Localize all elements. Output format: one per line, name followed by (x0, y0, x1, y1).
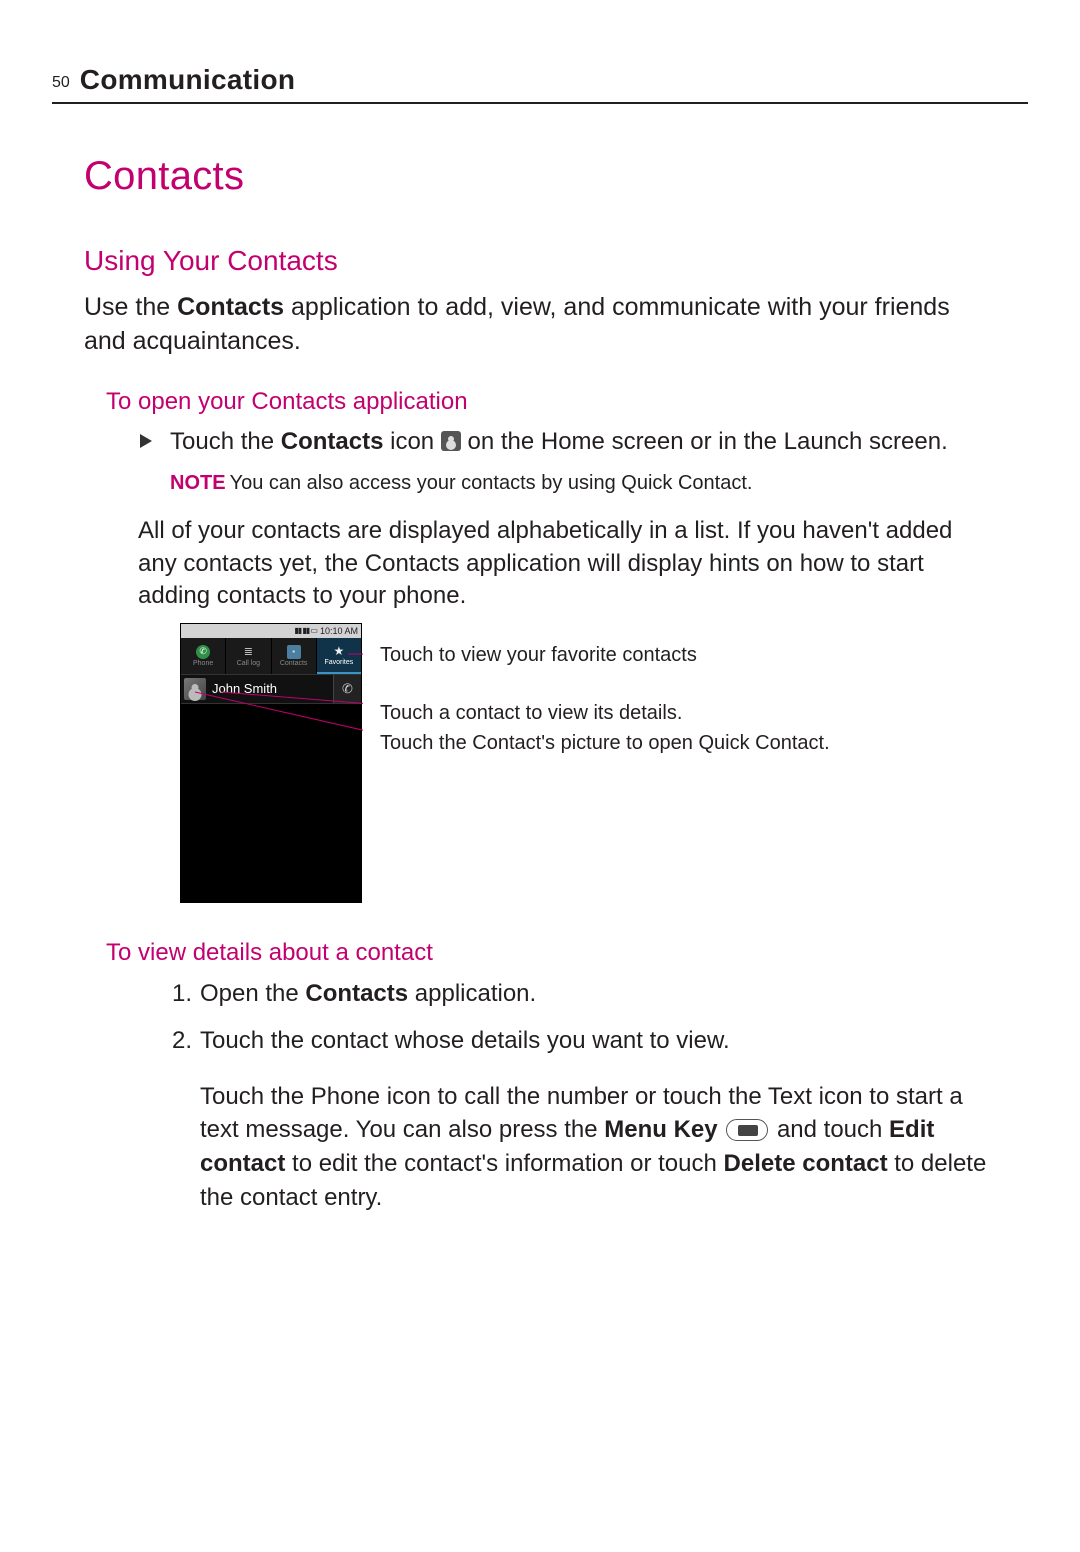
text-fragment: Touch the (170, 428, 281, 455)
text-fragment: application. (408, 980, 536, 1007)
callouts: Touch to view your favorite contacts Tou… (380, 623, 830, 781)
tab-phone[interactable]: ✆ Phone (181, 638, 226, 674)
ordered-list: 1. Open the Contacts application. 2. Tou… (172, 977, 988, 1058)
paragraph-final: Touch the Phone icon to call the number … (200, 1080, 988, 1214)
paragraph-all-contacts: All of your contacts are displayed alpha… (138, 515, 988, 612)
list-item: 2. Touch the contact whose details you w… (172, 1024, 988, 1058)
tab-label: Phone (193, 660, 213, 667)
phone-icon: ✆ (196, 645, 210, 659)
tab-label: Favorites (324, 659, 353, 666)
subsection-view-details: To view details about a contact (106, 939, 1028, 967)
step-touch-contacts: Touch the Contacts icon on the Home scre… (170, 426, 988, 458)
text-bold: Delete contact (724, 1150, 888, 1177)
page-title: Contacts (84, 154, 1028, 199)
text-bold: Contacts (305, 980, 408, 1007)
paragraph-use-app: Use the Contacts application to add, vie… (84, 291, 988, 358)
chapter-title: Communication (80, 64, 295, 96)
text-bold: Contacts (177, 293, 284, 321)
list-item: 1. Open the Contacts application. (172, 977, 988, 1011)
text-fragment: to edit the contact's information or tou… (285, 1150, 723, 1177)
text-bold: Menu Key (604, 1116, 717, 1143)
note-label: NOTE (170, 472, 226, 494)
status-bar: ▮▮ ▮▮ ▭ 10:10 AM (181, 624, 361, 638)
avatar[interactable] (184, 678, 206, 700)
text-fragment: and touch (770, 1116, 889, 1143)
status-time: 10:10 AM (320, 626, 358, 636)
page-number: 50 (52, 74, 70, 92)
callout-favorites: Touch to view your favorite contacts (380, 641, 830, 669)
star-icon: ★ (332, 644, 346, 658)
tab-label: Contacts (280, 660, 308, 667)
contact-row[interactable]: John Smith ✆ (181, 674, 361, 704)
text-bold: Contacts (281, 428, 384, 455)
phone-screenshot: ▮▮ ▮▮ ▭ 10:10 AM ✆ Phone ≣ Call log ▪ Co… (180, 623, 362, 903)
note-text: You can also access your contacts by usi… (230, 472, 753, 494)
subsection-open-contacts: To open your Contacts application (106, 388, 1028, 416)
section-heading-using: Using Your Contacts (84, 245, 1028, 277)
list-text: Touch the contact whose details you want… (200, 1024, 988, 1058)
text-fragment: icon (383, 428, 440, 455)
tab-call-log[interactable]: ≣ Call log (226, 638, 271, 674)
tab-contacts[interactable]: ▪ Contacts (272, 638, 317, 674)
list-number: 2. (172, 1024, 200, 1058)
figure: ▮▮ ▮▮ ▭ 10:10 AM ✆ Phone ≣ Call log ▪ Co… (180, 623, 1028, 903)
menu-key-icon (726, 1119, 768, 1141)
contacts-tab-icon: ▪ (287, 645, 301, 659)
page-header: 50 Communication (52, 64, 1028, 104)
callout-quick-contact: Touch the Contact's picture to open Quic… (380, 729, 830, 757)
tab-favorites[interactable]: ★ Favorites (317, 638, 361, 674)
callout-details: Touch a contact to view its details. (380, 699, 830, 727)
note: NOTEYou can also access your contacts by… (170, 472, 988, 495)
contact-name: John Smith (212, 681, 333, 696)
call-icon[interactable]: ✆ (333, 675, 361, 703)
text-fragment: Use the (84, 293, 177, 321)
list-number: 1. (172, 977, 200, 1011)
tab-label: Call log (237, 660, 260, 667)
list-text: Open the Contacts application. (200, 977, 988, 1011)
contacts-icon (441, 431, 461, 451)
call-log-icon: ≣ (241, 645, 255, 659)
text-fragment: Open the (200, 980, 305, 1007)
text-fragment: on the Home screen or in the Launch scre… (461, 428, 948, 455)
tab-row: ✆ Phone ≣ Call log ▪ Contacts ★ Favorite… (181, 638, 361, 674)
status-icons: ▮▮ ▮▮ ▭ (294, 626, 317, 635)
